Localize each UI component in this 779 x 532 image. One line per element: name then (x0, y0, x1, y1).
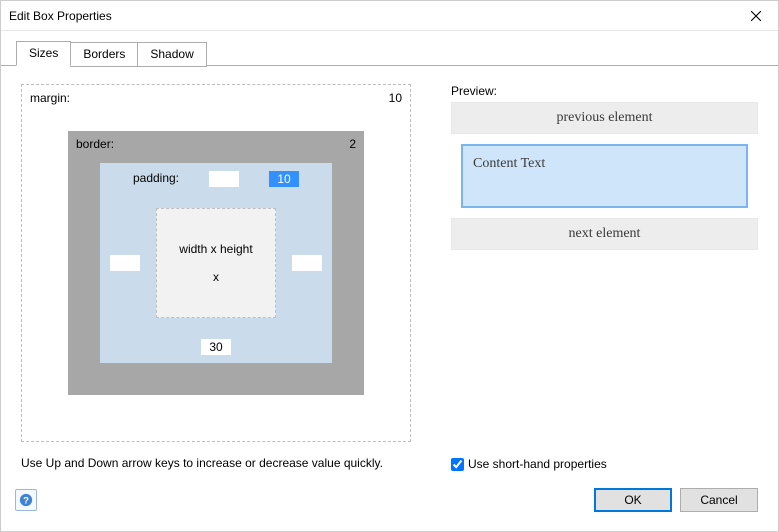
close-icon (751, 11, 761, 21)
dialog-window: Edit Box Properties Sizes Borders Shadow… (0, 0, 779, 532)
right-panel: Preview: previous element Content Text n… (451, 84, 758, 471)
margin-label: margin: (30, 91, 70, 105)
tab-strip: Sizes Borders Shadow (1, 31, 778, 66)
window-title: Edit Box Properties (9, 9, 734, 23)
preview-content-element: Content Text (461, 144, 748, 208)
content-size-label: width x height (179, 242, 252, 256)
preview-label: Preview: (451, 84, 758, 98)
preview-previous-element: previous element (451, 102, 758, 134)
tab-borders[interactable]: Borders (70, 42, 138, 67)
padding-left-input[interactable] (110, 255, 140, 271)
border-box[interactable]: border: 2 padding: 10 30 (68, 131, 364, 395)
margin-box[interactable]: margin: 10 border: 2 padding: 10 (21, 84, 411, 442)
hint-text: Use Up and Down arrow keys to increase o… (21, 456, 421, 470)
border-top-value[interactable]: 2 (349, 137, 356, 151)
shorthand-label[interactable]: Use short-hand properties (468, 457, 607, 471)
left-panel: margin: 10 border: 2 padding: 10 (21, 84, 421, 471)
help-icon: ? (19, 493, 33, 507)
ok-button[interactable]: OK (594, 488, 672, 512)
padding-box[interactable]: padding: 10 30 width x height x (100, 163, 332, 363)
close-button[interactable] (734, 1, 778, 31)
help-button[interactable]: ? (15, 489, 37, 511)
shorthand-row: Use short-hand properties (451, 451, 758, 471)
shorthand-checkbox[interactable] (451, 458, 464, 471)
padding-right-input[interactable] (292, 255, 322, 271)
tab-sizes[interactable]: Sizes (16, 41, 71, 66)
dialog-footer: ? OK Cancel (1, 483, 778, 531)
padding-top-input-blank[interactable] (209, 171, 239, 187)
box-model-editor: margin: 10 border: 2 padding: 10 (21, 84, 411, 442)
content-box[interactable]: width x height x (156, 208, 276, 318)
dialog-body: margin: 10 border: 2 padding: 10 (1, 66, 778, 483)
cancel-button[interactable]: Cancel (680, 488, 758, 512)
padding-top-row: padding: 10 (133, 171, 299, 187)
padding-label: padding: (133, 171, 179, 187)
preview-next-element: next element (451, 218, 758, 250)
margin-top-value[interactable]: 10 (389, 91, 402, 105)
padding-bottom-input[interactable]: 30 (201, 339, 231, 355)
svg-text:?: ? (23, 496, 29, 507)
content-x: x (213, 270, 219, 284)
titlebar: Edit Box Properties (1, 1, 778, 31)
tab-shadow[interactable]: Shadow (137, 42, 206, 67)
border-label: border: (76, 137, 114, 151)
preview-panel: previous element Content Text next eleme… (451, 102, 758, 250)
padding-top-input[interactable]: 10 (269, 171, 299, 187)
